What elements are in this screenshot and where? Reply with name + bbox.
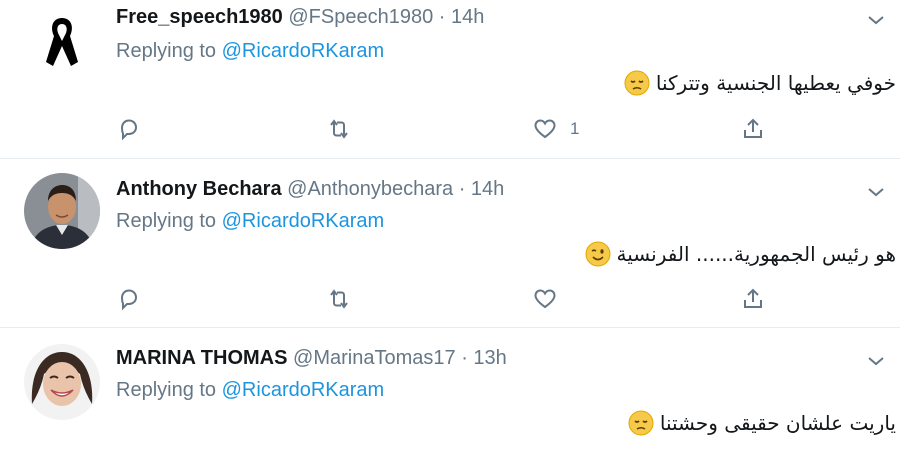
user-handle[interactable]: @Anthonybechara bbox=[287, 178, 453, 200]
tweet-text: خوفي يعطيها الجنسية وتتركنا bbox=[624, 70, 896, 96]
avatar[interactable] bbox=[24, 173, 100, 249]
separator-dot: · bbox=[461, 347, 468, 369]
tweet-text-content: ياريت علشان حقيقى وحشتنا bbox=[659, 411, 896, 435]
tweet-header: Free_speech1980 @FSpeech1980 · 14h bbox=[116, 6, 484, 29]
chevron-down-icon[interactable] bbox=[862, 347, 890, 375]
tweet[interactable]: Free_speech1980 @FSpeech1980 · 14h Reply… bbox=[0, 0, 900, 158]
display-name[interactable]: Free_speech1980 bbox=[116, 6, 283, 28]
tweet-text-content: خوفي يعطيها الجنسية وتتركنا bbox=[655, 71, 896, 95]
replying-to: Replying to @RicardoRKaram bbox=[116, 210, 384, 233]
like-button[interactable] bbox=[532, 284, 558, 314]
profile-photo-icon bbox=[24, 173, 100, 249]
like-icon bbox=[534, 119, 556, 139]
timestamp[interactable]: 13h bbox=[473, 347, 506, 369]
retweet-button[interactable] bbox=[326, 114, 352, 144]
separator-dot: · bbox=[438, 6, 446, 28]
retweet-icon bbox=[330, 289, 348, 309]
replying-to-label: Replying to bbox=[116, 379, 217, 401]
like-count: 1 bbox=[570, 119, 580, 138]
timestamp[interactable]: 14h bbox=[471, 178, 504, 200]
display-name[interactable]: MARINA THOMAS bbox=[116, 347, 287, 369]
tweet-text: ياريت علشان حقيقى وحشتنا bbox=[628, 410, 896, 436]
separator-dot: · bbox=[458, 178, 466, 200]
tweet-text-content: هو رئيس الجمهورية...... الفرنسية bbox=[616, 242, 896, 266]
reply-icon bbox=[120, 289, 138, 311]
like-icon bbox=[534, 289, 556, 309]
retweet-button[interactable] bbox=[326, 284, 352, 314]
replying-to-user-link[interactable]: @RicardoRKaram bbox=[222, 40, 385, 62]
replying-to-user-link[interactable]: @RicardoRKaram bbox=[222, 379, 385, 401]
winking-face-icon bbox=[585, 241, 611, 267]
pensive-face-icon bbox=[624, 70, 650, 96]
share-button[interactable] bbox=[740, 284, 766, 314]
tweet[interactable]: MARINA THOMAS @MarinaTomas17 · 13h Reply… bbox=[0, 328, 900, 450]
replying-to: Replying to @RicardoRKaram bbox=[116, 40, 384, 63]
timestamp[interactable]: 14h bbox=[451, 6, 484, 28]
share-icon bbox=[744, 288, 762, 308]
user-handle[interactable]: @FSpeech1980 bbox=[288, 6, 433, 28]
share-button[interactable] bbox=[740, 114, 766, 144]
replying-to-label: Replying to bbox=[116, 40, 217, 62]
replying-to-user-link[interactable]: @RicardoRKaram bbox=[222, 210, 385, 232]
retweet-icon bbox=[330, 119, 348, 139]
reply-icon bbox=[120, 119, 138, 141]
chevron-down-icon[interactable] bbox=[862, 178, 890, 206]
chevron-down-icon[interactable] bbox=[862, 6, 890, 34]
user-handle[interactable]: @MarinaTomas17 bbox=[293, 347, 456, 369]
like-button[interactable]: 1 bbox=[532, 114, 579, 144]
reply-button[interactable] bbox=[116, 284, 142, 314]
pensive-face-icon bbox=[628, 410, 654, 436]
tweet-header: Anthony Bechara @Anthonybechara · 14h bbox=[116, 178, 504, 201]
share-icon bbox=[744, 118, 762, 138]
profile-photo-icon bbox=[24, 344, 100, 420]
avatar[interactable] bbox=[24, 4, 100, 80]
tweet-actions: 1 bbox=[116, 114, 776, 144]
tweet-header: MARINA THOMAS @MarinaTomas17 · 13h bbox=[116, 347, 507, 370]
avatar[interactable] bbox=[24, 344, 100, 420]
reply-button[interactable] bbox=[116, 114, 142, 144]
tweet-text: هو رئيس الجمهورية...... الفرنسية bbox=[585, 241, 896, 267]
replying-to: Replying to @RicardoRKaram bbox=[116, 379, 384, 402]
tweet-actions bbox=[116, 284, 776, 314]
replying-to-label: Replying to bbox=[116, 210, 217, 232]
display-name[interactable]: Anthony Bechara bbox=[116, 178, 282, 200]
tweet[interactable]: Anthony Bechara @Anthonybechara · 14h Re… bbox=[0, 159, 900, 327]
